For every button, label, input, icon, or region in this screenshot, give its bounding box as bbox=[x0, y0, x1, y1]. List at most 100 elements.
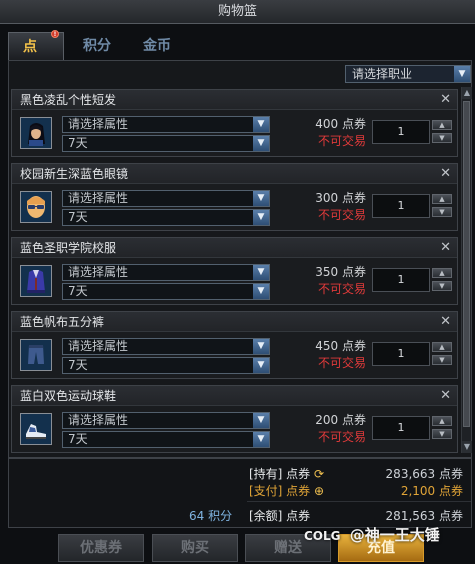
watermark-text: @神一王大锤 bbox=[349, 526, 440, 544]
job-select-value: 请选择职业 bbox=[352, 67, 413, 81]
glasses-icon bbox=[20, 191, 52, 223]
attribute-select-value: 请选择属性 bbox=[68, 339, 129, 353]
chevron-down-icon: ▼ bbox=[253, 136, 269, 151]
chevron-down-icon: ▼ bbox=[253, 284, 269, 299]
trade-status: 不可交易 bbox=[317, 208, 366, 222]
chevron-down-icon: ▼ bbox=[253, 210, 269, 225]
chevron-down-icon: ▼ bbox=[253, 191, 269, 206]
summary-have-row: [持有] 点券 ⟳ 283,663 点券 bbox=[249, 465, 467, 482]
close-icon[interactable]: ✕ bbox=[440, 387, 451, 405]
window-title: 购物篮 bbox=[0, 0, 475, 24]
attribute-select[interactable]: 请选择属性 ▼ bbox=[62, 116, 270, 133]
scroll-down-icon[interactable]: ▼ bbox=[462, 441, 472, 453]
duration-select[interactable]: 7天 ▼ bbox=[62, 209, 270, 226]
duration-select[interactable]: 7天 ▼ bbox=[62, 431, 270, 448]
quantity-input[interactable]: 1 bbox=[372, 194, 430, 218]
attribute-select-value: 请选择属性 bbox=[68, 117, 129, 131]
chevron-down-icon: ▼ bbox=[454, 66, 470, 82]
scroll-up-icon[interactable]: ▲ bbox=[462, 87, 472, 99]
cart-list-panel: 请选择职业 ▼ 黑色凌乱个性短发 ✕ 请选择属性 ▼ 7天 ▼ 400 点券 不可交… bbox=[8, 60, 472, 458]
scroll-thumb[interactable] bbox=[463, 101, 470, 427]
attribute-select[interactable]: 请选择属性 ▼ bbox=[62, 190, 270, 207]
qty-increase-button[interactable]: ▲ bbox=[432, 342, 452, 352]
quantity-input[interactable]: 1 bbox=[372, 268, 430, 292]
attribute-select-value: 请选择属性 bbox=[68, 413, 129, 427]
tab-gold[interactable]: 金币 bbox=[143, 32, 171, 60]
summary-panel: [持有] 点券 ⟳ 283,663 点券 [支付] 点券 ⊕ 2,100 点券 … bbox=[8, 458, 472, 528]
duration-select-value: 7天 bbox=[68, 210, 88, 224]
buy-button[interactable]: 购买 bbox=[152, 534, 238, 562]
pay-label: [支付] 点券 bbox=[249, 484, 311, 498]
qty-increase-button[interactable]: ▲ bbox=[432, 416, 452, 426]
remain-label: [余额] 点券 bbox=[249, 509, 311, 523]
qty-increase-button[interactable]: ▲ bbox=[432, 120, 452, 130]
pay-value: 2,100 点券 bbox=[400, 484, 463, 498]
remain-value: 281,563 点券 bbox=[385, 509, 463, 523]
attribute-select-value: 请选择属性 bbox=[68, 191, 129, 205]
cart-item: 蓝白双色运动球鞋 ✕ 请选择属性 ▼ 7天 ▼ 200 点券 不可交易 1 ▲ ▼ bbox=[11, 385, 458, 453]
quantity-input[interactable]: 1 bbox=[372, 120, 430, 144]
item-price: 300 点券 bbox=[315, 191, 366, 205]
item-name: 黑色凌乱个性短发 bbox=[12, 90, 457, 110]
zoom-icon[interactable]: ⊕ bbox=[314, 484, 324, 498]
chevron-down-icon: ▼ bbox=[253, 265, 269, 280]
duration-select-value: 7天 bbox=[68, 284, 88, 298]
attribute-select[interactable]: 请选择属性 ▼ bbox=[62, 412, 270, 429]
chevron-down-icon: ▼ bbox=[253, 413, 269, 428]
item-price: 400 点券 bbox=[315, 117, 366, 131]
item-price: 450 点券 bbox=[315, 339, 366, 353]
item-name: 蓝色帆布五分裤 bbox=[12, 312, 457, 332]
summary-pay-row: [支付] 点券 ⊕ 2,100 点券 bbox=[249, 482, 467, 499]
tab-points[interactable]: 积分 bbox=[83, 32, 111, 60]
summary-remain-row: [余额] 点券 281,563 点券 bbox=[249, 507, 467, 524]
have-value: 283,663 点券 bbox=[385, 467, 463, 481]
qty-decrease-button[interactable]: ▼ bbox=[432, 281, 452, 291]
chevron-down-icon: ▼ bbox=[253, 339, 269, 354]
scrollbar[interactable]: ▲ ▼ bbox=[461, 87, 472, 453]
item-name: 蓝色圣职学院校服 bbox=[12, 238, 457, 258]
item-name: 蓝白双色运动球鞋 bbox=[12, 386, 457, 406]
close-icon[interactable]: ✕ bbox=[440, 313, 451, 331]
close-icon[interactable]: ✕ bbox=[440, 239, 451, 257]
refresh-icon[interactable]: ⟳ bbox=[314, 467, 324, 481]
duration-select[interactable]: 7天 ▼ bbox=[62, 283, 270, 300]
duration-select[interactable]: 7天 ▼ bbox=[62, 135, 270, 152]
chevron-down-icon: ▼ bbox=[253, 117, 269, 132]
attribute-select[interactable]: 请选择属性 ▼ bbox=[62, 264, 270, 281]
item-price: 350 点券 bbox=[315, 265, 366, 279]
qty-increase-button[interactable]: ▲ bbox=[432, 194, 452, 204]
quantity-input[interactable]: 1 bbox=[372, 342, 430, 366]
tab-coupon[interactable]: 点券 ! bbox=[8, 30, 64, 83]
points-balance: 64 积分 bbox=[189, 509, 233, 523]
divider bbox=[247, 501, 471, 502]
trade-status: 不可交易 bbox=[317, 134, 366, 148]
uniform-icon bbox=[20, 265, 52, 297]
close-icon[interactable]: ✕ bbox=[440, 165, 451, 183]
item-price: 200 点券 bbox=[315, 413, 366, 427]
pants-icon bbox=[20, 339, 52, 371]
trade-status: 不可交易 bbox=[317, 430, 366, 444]
qty-decrease-button[interactable]: ▼ bbox=[432, 207, 452, 217]
shoes-icon bbox=[20, 413, 52, 445]
attribute-select[interactable]: 请选择属性 ▼ bbox=[62, 338, 270, 355]
cart-item: 蓝色圣职学院校服 ✕ 请选择属性 ▼ 7天 ▼ 350 点券 不可交易 1 ▲ ▼ bbox=[11, 237, 458, 305]
coupon-button[interactable]: 优惠券 bbox=[58, 534, 144, 562]
watermark: COLG @神一王大锤 bbox=[304, 524, 440, 545]
attribute-select-value: 请选择属性 bbox=[68, 265, 129, 279]
job-select[interactable]: 请选择职业 ▼ bbox=[345, 65, 471, 83]
duration-select-value: 7天 bbox=[68, 358, 88, 372]
tab-coupon-badge: ! bbox=[51, 30, 59, 38]
trade-status: 不可交易 bbox=[317, 356, 366, 370]
close-icon[interactable]: ✕ bbox=[440, 91, 451, 109]
duration-select-value: 7天 bbox=[68, 432, 88, 446]
item-name: 校园新生深蓝色眼镜 bbox=[12, 164, 457, 184]
watermark-logo: COLG bbox=[304, 529, 341, 543]
duration-select[interactable]: 7天 ▼ bbox=[62, 357, 270, 374]
qty-decrease-button[interactable]: ▼ bbox=[432, 429, 452, 439]
qty-increase-button[interactable]: ▲ bbox=[432, 268, 452, 278]
currency-tabs: 点券 ! 积分 金币 bbox=[8, 30, 468, 83]
qty-decrease-button[interactable]: ▼ bbox=[432, 133, 452, 143]
cart-item: 蓝色帆布五分裤 ✕ 请选择属性 ▼ 7天 ▼ 450 点券 不可交易 1 ▲ ▼ bbox=[11, 311, 458, 379]
quantity-input[interactable]: 1 bbox=[372, 416, 430, 440]
qty-decrease-button[interactable]: ▼ bbox=[432, 355, 452, 365]
